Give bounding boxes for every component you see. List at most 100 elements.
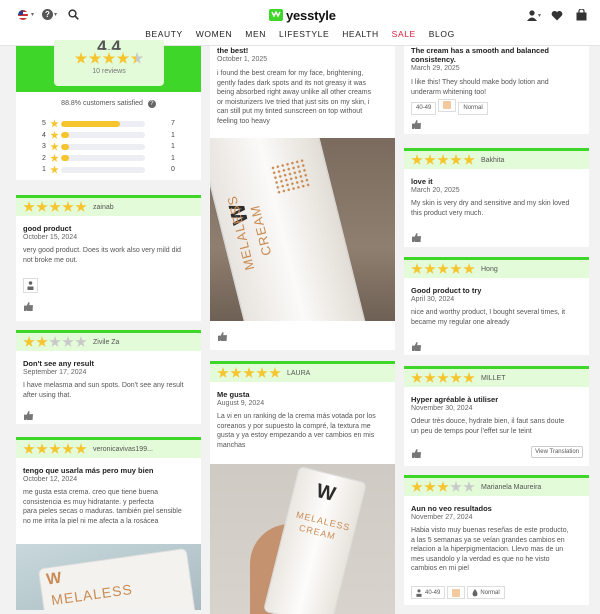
product-brand-mark: W	[314, 480, 338, 506]
review-line: i found the best cream for my face, brig…	[217, 70, 364, 77]
review-line: relacion a la hiperpigmentacion. Llevo m…	[411, 546, 564, 554]
review-body: I like this! They should make body lotio…	[411, 78, 582, 97]
rating-bar-row[interactable]: 10	[42, 164, 182, 176]
helpful-thumb-icon[interactable]	[412, 342, 421, 351]
star-filled-icon	[437, 263, 449, 274]
nav-beauty[interactable]: BEAUTY	[145, 29, 183, 39]
review-date: September 17, 2024	[23, 369, 87, 376]
star-filled-icon	[411, 154, 423, 165]
review-photo[interactable]: W MELALESS CREAM	[210, 464, 395, 614]
star-icon	[116, 52, 130, 64]
rating-bar-track	[61, 166, 145, 173]
helpful-thumb-icon[interactable]	[412, 449, 421, 458]
nav-health[interactable]: HEALTH	[342, 29, 379, 39]
reviewer-name: Marianela Maureira	[481, 483, 542, 491]
review-header: Marianela Maureira	[404, 478, 589, 496]
rating-bar-fill	[61, 132, 70, 139]
star-filled-icon	[36, 443, 48, 454]
star-icon	[50, 165, 59, 174]
star-filled-icon	[23, 336, 35, 347]
nav-sale[interactable]: SALE	[392, 29, 416, 39]
helpful-thumb-icon[interactable]	[412, 120, 421, 129]
rating-bar-track	[61, 120, 145, 127]
review-photo[interactable]: W MELALESS CREAM	[210, 138, 395, 321]
review-title: tengo que usarla más pero muy bien	[23, 466, 154, 475]
review-line: nice and worthy product, I bought severa…	[411, 309, 566, 316]
skin-swatch	[452, 588, 461, 597]
review-header: zainab	[16, 198, 201, 216]
review-line: feeling too heavy	[217, 117, 270, 125]
rating-bar-label: 2	[42, 154, 46, 162]
info-icon[interactable]: ?	[147, 100, 156, 108]
review-title: good product	[23, 224, 72, 233]
rating-bar-row[interactable]: 31	[42, 141, 182, 153]
nav-lifestyle[interactable]: LIFESTYLE	[279, 29, 329, 39]
skin-tone-chip	[438, 98, 457, 112]
star-filled-icon	[36, 201, 48, 212]
review-title: Hyper agréable à utiliser	[411, 395, 499, 404]
chevron-down-icon[interactable]: ▾	[54, 11, 57, 18]
reviewer-age-chip	[23, 278, 38, 293]
rating-bar-label: 1	[42, 166, 46, 174]
review-date: October 15, 2024	[23, 234, 78, 241]
yesstyle-logo[interactable]: yesstyle	[269, 6, 336, 24]
reviewer-attributes: 40-49 Normal	[411, 586, 507, 599]
review-stars	[411, 372, 475, 384]
nav-men[interactable]: MEN	[245, 29, 266, 39]
skin-tone-chip	[447, 586, 466, 599]
star-filled-icon	[243, 367, 255, 378]
review-body: Odeur très douce, hydrate bien, il faut …	[411, 417, 582, 436]
search-icon[interactable]	[68, 9, 79, 20]
review-card: Marianela Maureira Aun no veo resultados…	[404, 475, 589, 605]
helpful-thumb-icon[interactable]	[24, 411, 33, 420]
star-filled-icon	[62, 201, 74, 212]
review-date: April 30, 2024	[411, 296, 455, 303]
helpful-thumb-icon[interactable]	[218, 332, 227, 341]
review-line: para pieles secas o maduras. también pie…	[23, 508, 182, 516]
flag-us-icon[interactable]	[18, 10, 28, 20]
nav-women[interactable]: WOMEN	[196, 29, 233, 39]
review-line: gently fades dark spots and its not grea…	[217, 79, 367, 87]
reviewer-name: Zivile Za	[93, 338, 120, 346]
review-title: love it	[411, 177, 433, 186]
helpful-thumb-icon[interactable]	[412, 233, 421, 242]
chevron-down-icon[interactable]: ▾	[31, 11, 34, 18]
review-line: My skin is very dry and sensitive and my…	[411, 200, 570, 207]
person-icon	[27, 281, 34, 290]
star-icon	[88, 52, 102, 64]
age-label: 40-49	[425, 589, 441, 596]
rating-bar-label: 5	[42, 120, 46, 128]
star-filled-icon	[75, 443, 87, 454]
review-title: Me gusta	[217, 390, 250, 399]
chevron-down-icon[interactable]: ▾	[538, 12, 541, 19]
heart-icon[interactable]	[551, 10, 563, 21]
review-photo[interactable]: W MELALESS	[16, 544, 201, 610]
star-filled-icon	[49, 443, 61, 454]
rating-bar-row[interactable]: 21	[42, 153, 182, 165]
view-translation-button[interactable]: View Translation	[531, 446, 583, 458]
star-icon	[50, 130, 59, 139]
review-card: Bakhita love it March 20, 2025 My skin i…	[404, 148, 589, 247]
review-line: I like this! They should make body lotio…	[411, 79, 549, 86]
rating-breakdown: 5741312110	[42, 118, 182, 176]
review-card: MILLET Hyper agréable à utiliser Novembe…	[404, 366, 589, 466]
bag-icon[interactable]	[576, 9, 587, 21]
nav-blog[interactable]: BLOG	[429, 29, 455, 39]
rating-bar-track	[61, 155, 145, 162]
helpful-thumb-icon[interactable]	[24, 302, 33, 311]
logo-mark-icon	[269, 9, 283, 21]
review-line: can still put my tinted sunscreen on top…	[217, 108, 363, 116]
review-stars	[411, 481, 475, 493]
star-filled-icon	[411, 263, 423, 274]
rating-summary-band: 4.4 10 reviews	[16, 40, 201, 92]
review-count: 10 reviews	[92, 68, 126, 75]
reviewer-name: MILLET	[481, 374, 506, 382]
review-card: LAURA Me gusta August 9, 2024 La vi en u…	[210, 361, 395, 614]
rating-bar-row[interactable]: 41	[42, 130, 182, 142]
user-icon[interactable]	[526, 10, 538, 21]
review-card: zainab good product October 15, 2024 ver…	[16, 195, 201, 321]
rating-bar-row[interactable]: 57	[42, 118, 182, 130]
star-filled-icon	[463, 154, 475, 165]
review-line: La vi en un ranking de la crema más vota…	[217, 413, 376, 420]
help-icon[interactable]: ?	[42, 9, 53, 20]
